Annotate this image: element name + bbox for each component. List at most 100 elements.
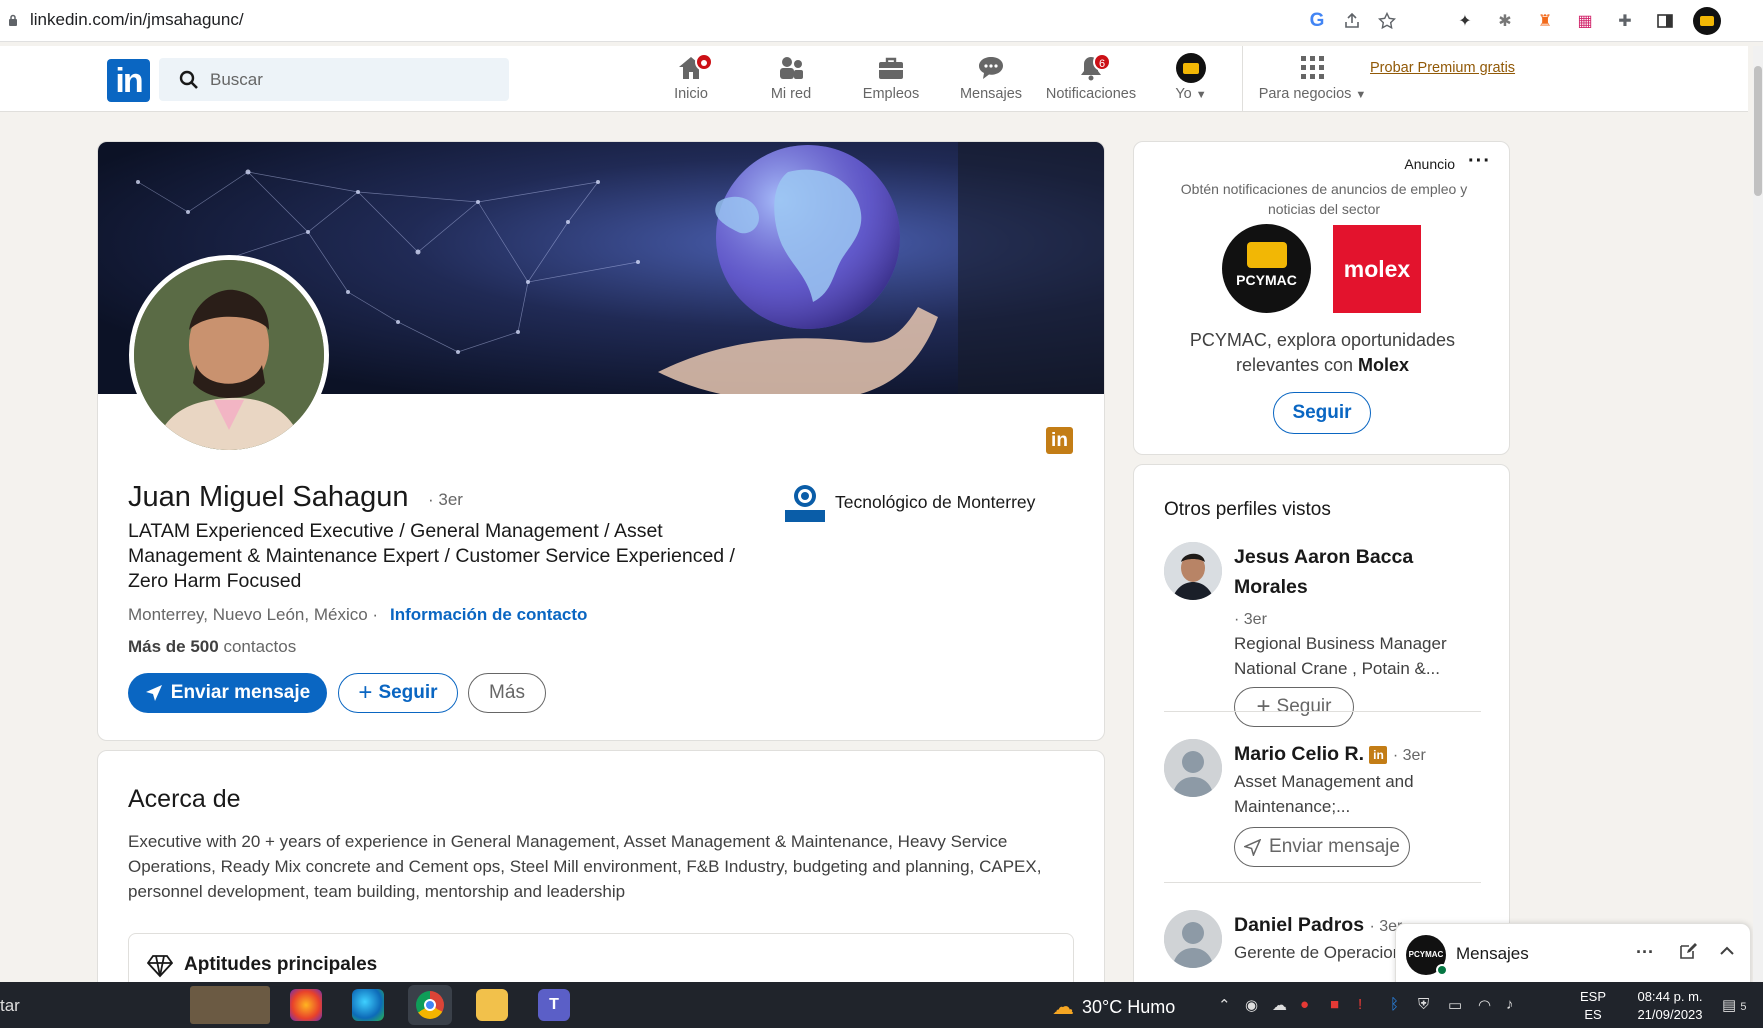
follow-button[interactable]: + Seguir [338, 673, 458, 713]
google-icon[interactable]: G [1305, 9, 1329, 33]
wifi-icon[interactable]: ◠ [1478, 996, 1491, 1014]
message-icon [979, 57, 1003, 79]
taskbar-search-text[interactable]: tar [0, 996, 20, 1016]
profile-location: Monterrey, Nuevo León, México · [128, 605, 379, 624]
nav-para-negocios[interactable]: Para negocios ▼ [1250, 52, 1375, 110]
avatar[interactable] [1164, 910, 1222, 968]
about-title: Acerca de [128, 785, 241, 813]
extension-grid-icon[interactable]: ▦ [1573, 9, 1597, 33]
premium-link[interactable]: Probar Premium gratis [1370, 60, 1515, 76]
more-button[interactable]: Más [468, 673, 546, 713]
teams-icon[interactable]: T [538, 989, 570, 1021]
chrome-icon[interactable] [408, 985, 452, 1025]
ad-follow-button[interactable]: Seguir [1273, 392, 1371, 434]
connections-count[interactable]: Más de 500 contactos [128, 637, 296, 657]
profile-card: in Juan Miguel Sahagun · 3er LATAM Exper… [97, 141, 1105, 741]
search-icon [179, 70, 198, 89]
notification-center-icon[interactable]: ▤ 5 [1722, 996, 1746, 1014]
home-badge [695, 53, 713, 71]
search-input[interactable]: Buscar [159, 58, 509, 101]
divider [1164, 711, 1481, 712]
nav-inicio[interactable]: Inicio [643, 52, 739, 110]
profile-photo[interactable] [129, 255, 329, 455]
education-item[interactable]: Tecnológico de Monterrey [785, 482, 1035, 522]
avatar[interactable] [1164, 739, 1222, 797]
diamond-icon [147, 955, 173, 978]
extension-orange-icon[interactable]: ♜ [1533, 9, 1557, 33]
puzzle-icon[interactable]: ✚ [1613, 9, 1637, 33]
ad-label: Anuncio [1404, 156, 1455, 172]
plus-icon: + [1256, 693, 1271, 720]
extension-bug-icon[interactable]: ✱ [1493, 9, 1517, 33]
profile-avatar-icon[interactable] [1693, 7, 1721, 35]
online-status-dot [1436, 964, 1448, 976]
clock[interactable]: 08:44 p. m. 21/09/2023 [1620, 988, 1720, 1024]
avatar[interactable] [1164, 542, 1222, 600]
caret-down-icon: ▼ [1355, 89, 1367, 101]
nav-empleos[interactable]: Empleos [843, 52, 939, 110]
share-icon[interactable] [1340, 9, 1364, 33]
language-indicator[interactable]: ESP ES [1580, 988, 1606, 1024]
me-avatar [1176, 53, 1206, 83]
nav-mensajes[interactable]: Mensajes [943, 52, 1039, 110]
send-message-button[interactable]: Enviar mensaje [128, 673, 327, 713]
messaging-label: Mensajes [1456, 944, 1529, 963]
contact-info-link[interactable]: Información de contacto [390, 605, 587, 625]
about-text: Executive with 20 + years of experience … [128, 832, 1042, 901]
edge-icon[interactable] [352, 989, 384, 1021]
chevron-up-icon[interactable]: ⌃ [1218, 996, 1231, 1014]
linkedin-logo[interactable]: in [107, 59, 150, 102]
bluetooth-icon[interactable]: ᛒ [1390, 996, 1399, 1013]
profile-headline: Regional Business Manager National Crane… [1234, 634, 1447, 678]
profile-headline: Asset Management and Maintenance;... [1234, 772, 1414, 816]
follow-button[interactable]: + Seguir [1234, 687, 1354, 727]
weather-widget[interactable]: ☁ 30°C Humo [1052, 994, 1175, 1020]
messaging-bar[interactable]: PCYMAC Mensajes ··· [1395, 923, 1751, 984]
grid-apps-icon [1300, 56, 1324, 79]
ad-text: PCYMAC, explora oportunidades relevantes… [1189, 330, 1456, 375]
extension-bat-icon[interactable]: ✦ [1453, 9, 1477, 33]
education-name: Tecnológico de Monterrey [835, 491, 1036, 512]
nav-yo[interactable]: Yo ▼ [1143, 52, 1239, 110]
file-explorer-icon[interactable] [476, 989, 508, 1021]
discord-icon[interactable]: ◉ [1245, 996, 1258, 1014]
chevron-up-icon[interactable] [1718, 942, 1736, 965]
send-message-button[interactable]: Enviar mensaje [1234, 827, 1410, 867]
sidepanel-icon[interactable] [1653, 9, 1677, 33]
pcymac-logo: PCYMAC [1222, 224, 1311, 313]
nav-divider [1242, 46, 1243, 112]
scroll-thumb[interactable] [1754, 66, 1762, 196]
weather-icon: ☁ [1052, 994, 1074, 1019]
more-options-icon[interactable]: ··· [1468, 150, 1491, 173]
url-text[interactable]: linkedin.com/in/jmsahagunc/ [30, 10, 244, 30]
other-profiles-title: Otros perfiles vistos [1164, 499, 1331, 520]
ad-card: Anuncio ··· Obtén notificaciones de anun… [1133, 141, 1510, 455]
profile-headline: LATAM Experienced Executive / General Ma… [128, 520, 735, 592]
device-icon[interactable]: ▭ [1448, 996, 1462, 1014]
star-icon[interactable] [1375, 9, 1399, 33]
alert-tray-icon[interactable]: ! [1358, 996, 1362, 1013]
widget-books-icon[interactable] [190, 986, 270, 1024]
app-tray-icon[interactable]: ■ [1330, 996, 1339, 1013]
compose-icon[interactable] [1679, 942, 1697, 965]
network-icon [780, 57, 803, 79]
page-scrollbar[interactable] [1753, 46, 1763, 982]
windows-taskbar: tar T ☁ 30°C Humo ⌃ ◉ ☁ ● ■ ! ᛒ ⛨ ▭ ◠ ♪ E… [0, 982, 1763, 1028]
browser-address-bar: linkedin.com/in/jmsahagunc/ G ✦ ✱ ♜ ▦ ✚ [0, 0, 1763, 42]
connection-degree: · 3er [428, 490, 463, 509]
molex-logo: molex [1333, 225, 1421, 313]
plus-icon: + [358, 679, 373, 706]
top-skills-title: Aptitudes principales [184, 954, 378, 975]
cloud-icon[interactable]: ☁ [1272, 996, 1287, 1014]
volume-icon[interactable]: ♪ [1506, 996, 1514, 1013]
profile-name[interactable]: Jesus Aaron Bacca Morales [1234, 542, 1464, 602]
more-options-icon[interactable]: ··· [1636, 942, 1654, 963]
linkedin-premium-icon: in [1046, 427, 1073, 454]
location-tray-icon[interactable]: ● [1300, 996, 1309, 1013]
profile-name[interactable]: Mario Celio R. in · 3er [1234, 739, 1464, 771]
divider [1164, 882, 1481, 883]
nav-mi-red[interactable]: Mi red [743, 52, 839, 110]
nav-notificaciones[interactable]: 6 Notificaciones [1043, 52, 1139, 110]
firefox-icon[interactable] [290, 989, 322, 1021]
security-icon[interactable]: ⛨ [1418, 996, 1429, 1013]
